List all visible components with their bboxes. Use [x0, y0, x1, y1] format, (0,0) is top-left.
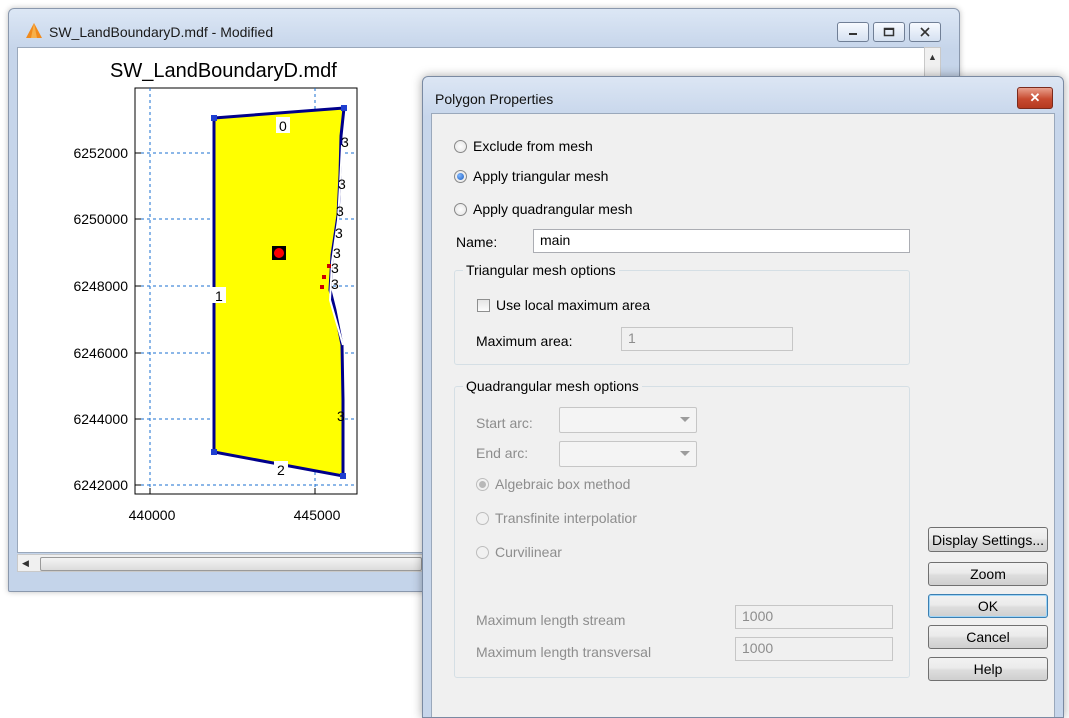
arc-label-right: 3 [331, 276, 339, 292]
radio-curvilinear[interactable]: Curvilinear [476, 544, 562, 560]
max-length-stream-label: Maximum length stream [476, 612, 626, 628]
arc-label-right: 3 [338, 176, 346, 192]
radio-triangular-label: Apply triangular mesh [473, 168, 609, 184]
scroll-up-icon[interactable]: ▲ [928, 52, 937, 62]
end-arc-select[interactable] [559, 441, 697, 467]
checkbox-box[interactable] [477, 298, 490, 312]
y-tick-label: 6246000 [73, 345, 128, 361]
radio-algebraic-label: Algebraic box method [495, 476, 631, 492]
quadrangular-options-title: Quadrangular mesh options [463, 378, 642, 394]
arc-label-right-low: 3 [337, 408, 345, 424]
x-tick-label: 445000 [294, 507, 341, 523]
max-area-field[interactable]: 1 [621, 327, 793, 351]
maximize-button[interactable] [873, 22, 905, 42]
max-length-transversal-field[interactable]: 1000 [735, 637, 893, 661]
zoom-button[interactable]: Zoom [928, 562, 1048, 586]
max-area-label: Maximum area: [476, 333, 573, 349]
dialog-title: Polygon Properties [435, 91, 554, 107]
dialog-close-button[interactable]: ✕ [1017, 87, 1053, 109]
radio-quadrangular-label: Apply quadrangular mesh [473, 201, 633, 217]
y-tick-label: 6244000 [73, 411, 128, 427]
arc-label-top: 0 [279, 118, 287, 134]
polygon-centroid-marker [272, 246, 286, 260]
arc-label-right: 3 [331, 260, 339, 276]
x-tick-labels: 440000 445000 [129, 507, 341, 523]
use-local-max-area-label: Use local maximum area [496, 297, 651, 313]
radio-transfinite[interactable]: Transfinite interpolatior [476, 510, 637, 526]
y-tick-label: 6242000 [73, 477, 128, 493]
max-length-transversal-label: Maximum length transversal [476, 644, 652, 660]
close-button[interactable] [909, 22, 941, 42]
cancel-button[interactable]: Cancel [928, 625, 1048, 649]
polygon-plot[interactable]: 0 1 2 3 3 3 3 3 3 3 3 6252000 6250000 62… [0, 0, 430, 600]
minimize-icon [849, 33, 857, 35]
radio-triangular-button[interactable] [454, 169, 467, 183]
start-arc-select[interactable] [559, 407, 697, 433]
display-settings-button[interactable]: Display Settings... [928, 527, 1048, 552]
radio-exclude-label: Exclude from mesh [473, 138, 593, 154]
radio-curvilinear-label: Curvilinear [495, 544, 562, 560]
radio-exclude-button[interactable] [454, 139, 467, 153]
radio-quadrangular-button[interactable] [454, 202, 467, 216]
radio-algebraic-box[interactable]: Algebraic box method [476, 476, 630, 492]
start-arc-label: Start arc: [476, 415, 533, 431]
close-icon: ✕ [1029, 90, 1041, 105]
y-tick-label: 6252000 [73, 145, 128, 161]
polygon-shape [212, 106, 346, 478]
radio-apply-triangular-mesh[interactable]: Apply triangular mesh [454, 168, 608, 184]
help-button[interactable]: Help [928, 657, 1048, 681]
x-tick-label: 440000 [129, 507, 176, 523]
minimize-button[interactable] [837, 22, 869, 42]
arc-label-right: 3 [341, 134, 349, 150]
close-icon [920, 27, 930, 37]
y-tick-labels: 6252000 6250000 6248000 6246000 6244000 … [73, 145, 128, 493]
maximize-icon [883, 27, 895, 37]
radio-transfinite-label: Transfinite interpolatior [495, 510, 637, 526]
max-length-stream-field[interactable]: 1000 [735, 605, 893, 629]
radio-apply-quadrangular-mesh[interactable]: Apply quadrangular mesh [454, 201, 633, 217]
arc-label-left: 1 [215, 288, 223, 304]
ok-button[interactable]: OK [928, 594, 1048, 618]
radio-algebraic-button[interactable] [476, 477, 489, 491]
radio-exclude-from-mesh[interactable]: Exclude from mesh [454, 138, 593, 154]
chevron-down-icon [680, 417, 690, 422]
arc-label-right: 3 [336, 203, 344, 219]
y-tick-label: 6248000 [73, 278, 128, 294]
arc-label-right: 3 [333, 245, 341, 261]
arc-label-bottom: 2 [277, 462, 285, 478]
radio-curvilinear-button[interactable] [476, 545, 489, 559]
name-label: Name: [456, 234, 498, 250]
end-arc-label: End arc: [476, 445, 529, 461]
name-field[interactable]: main [533, 229, 910, 253]
radio-transfinite-button[interactable] [476, 511, 489, 525]
chevron-down-icon [680, 451, 690, 456]
arc-label-right: 3 [335, 225, 343, 241]
use-local-max-area-checkbox[interactable]: Use local maximum area [477, 297, 650, 313]
y-tick-label: 6250000 [73, 211, 128, 227]
triangular-options-title: Triangular mesh options [463, 262, 619, 278]
